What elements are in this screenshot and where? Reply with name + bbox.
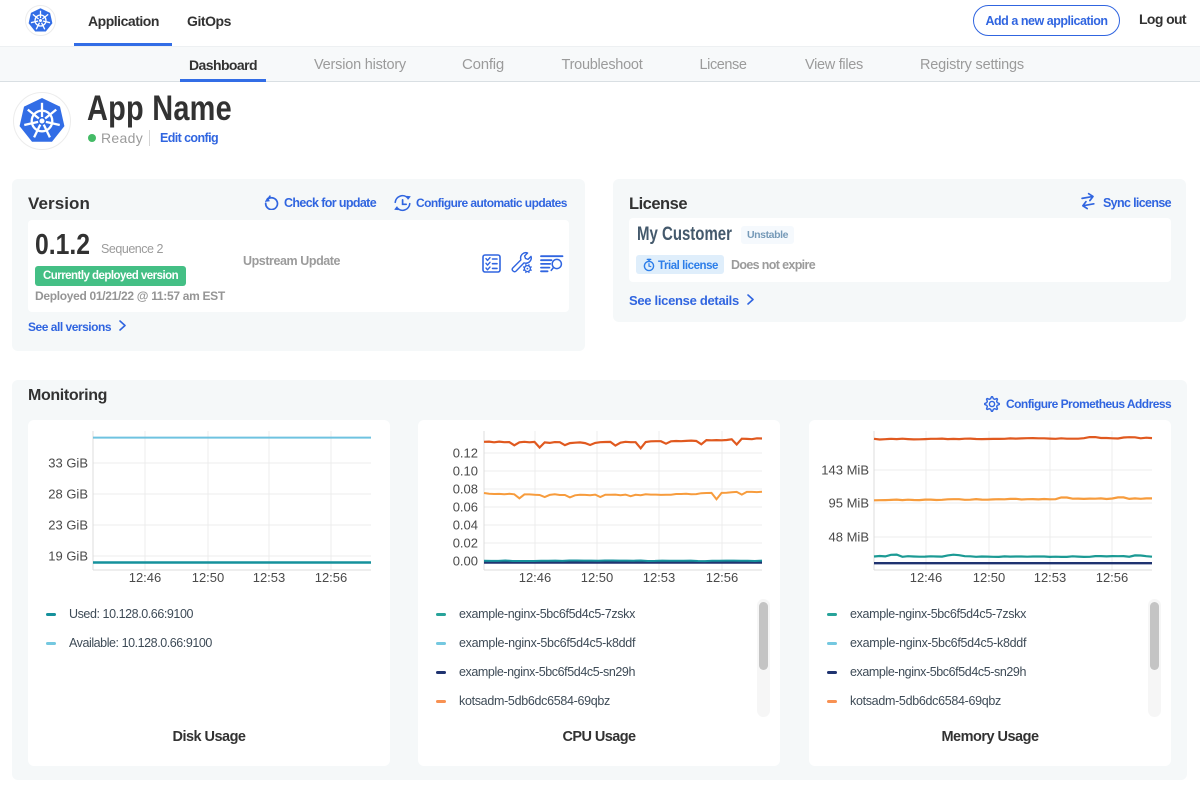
svg-text:33 GiB: 33 GiB [48,456,88,471]
svg-text:12:46: 12:46 [129,570,162,585]
svg-text:12:53: 12:53 [1034,570,1067,585]
svg-text:0.04: 0.04 [453,518,478,533]
svg-text:12:50: 12:50 [581,570,614,585]
svg-text:12:56: 12:56 [315,570,348,585]
svg-text:12:53: 12:53 [643,570,676,585]
svg-text:95 MiB: 95 MiB [829,496,869,511]
svg-text:12:50: 12:50 [192,570,225,585]
svg-text:19 GiB: 19 GiB [48,549,88,564]
svg-text:0.10: 0.10 [453,464,478,479]
svg-text:23 GiB: 23 GiB [48,518,88,533]
svg-text:0.06: 0.06 [453,500,478,515]
svg-text:12:46: 12:46 [910,570,943,585]
svg-text:12:56: 12:56 [1096,570,1129,585]
svg-text:12:46: 12:46 [519,570,552,585]
svg-text:12:53: 12:53 [253,570,286,585]
svg-text:143 MiB: 143 MiB [821,463,869,478]
svg-text:0.00: 0.00 [453,554,478,569]
svg-text:12:50: 12:50 [973,570,1006,585]
svg-text:48 MiB: 48 MiB [829,530,869,545]
svg-text:0.08: 0.08 [453,482,478,497]
svg-text:28 GiB: 28 GiB [48,487,88,502]
svg-text:0.12: 0.12 [453,446,478,461]
svg-text:12:56: 12:56 [706,570,739,585]
svg-text:0.02: 0.02 [453,536,478,551]
